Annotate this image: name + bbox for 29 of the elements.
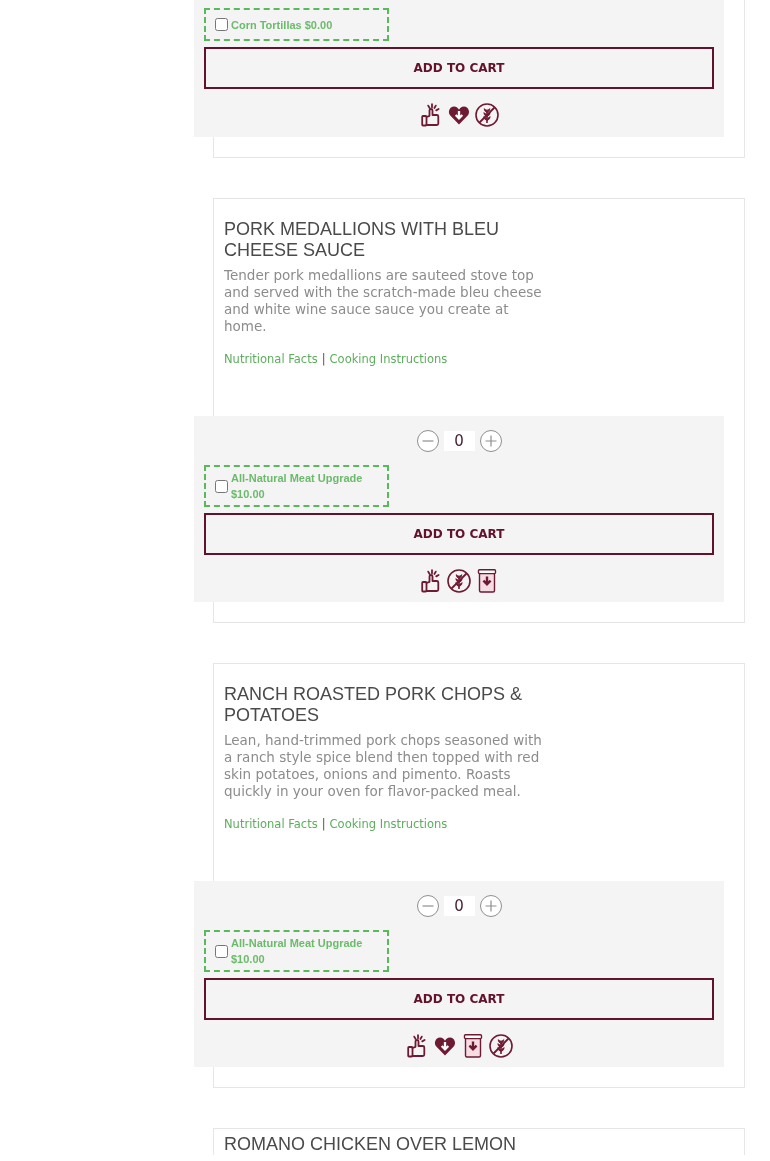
plus-icon: [479, 430, 502, 452]
add-to-cart-button[interactable]: ADD TO CART: [204, 978, 714, 1020]
checkbox[interactable]: [215, 944, 228, 958]
add-to-cart-button[interactable]: ADD TO CART: [204, 47, 714, 89]
product-description: Tender pork medallions are sauteed stove top and served with the scratch-made bleu cheese and white wine sauce sauce you create at home.: [224, 267, 543, 335]
crossed-wheat-icon: [475, 103, 499, 127]
product-title: RANCH ROASTED PORK CHOPS & POTATOES: [224, 684, 524, 726]
quantity-field[interactable]: 0: [443, 431, 475, 451]
increase-button[interactable]: [479, 430, 502, 452]
decrease-button[interactable]: [416, 895, 439, 917]
increase-button[interactable]: [479, 895, 502, 917]
option-label: All-Natural Meat Upgrade $10.00: [231, 936, 364, 967]
product-title: PORK MEDALLIONS WITH BLEU CHEESE SAUCE: [224, 219, 501, 261]
option-label: All-Natural Meat Upgrade $10.00: [231, 471, 364, 502]
option-label: Corn Tortillas $0.00: [231, 17, 333, 33]
crossed-wheat-icon: [489, 1034, 513, 1058]
minus-icon: [416, 895, 439, 917]
product-title: ROMANO CHICKEN OVER LEMON: [224, 1134, 518, 1155]
checkbox[interactable]: [215, 18, 228, 31]
plus-icon: [479, 895, 502, 917]
separator-text: |: [321, 817, 326, 831]
quantity-field[interactable]: 0: [443, 896, 475, 916]
decrease-button[interactable]: [416, 430, 439, 452]
separator-text: |: [321, 352, 326, 366]
minus-icon: [416, 430, 439, 452]
checkbox[interactable]: [215, 479, 228, 493]
crossed-wheat-icon: [447, 569, 471, 593]
add-to-cart-button[interactable]: ADD TO CART: [204, 513, 714, 555]
product-description: Lean, hand-trimmed pork chops seasoned with a ranch style spice blend then topped with red skin potatoes, onions and pimento. Roasts quickly in your oven for flavor-packed meal.: [224, 732, 543, 800]
